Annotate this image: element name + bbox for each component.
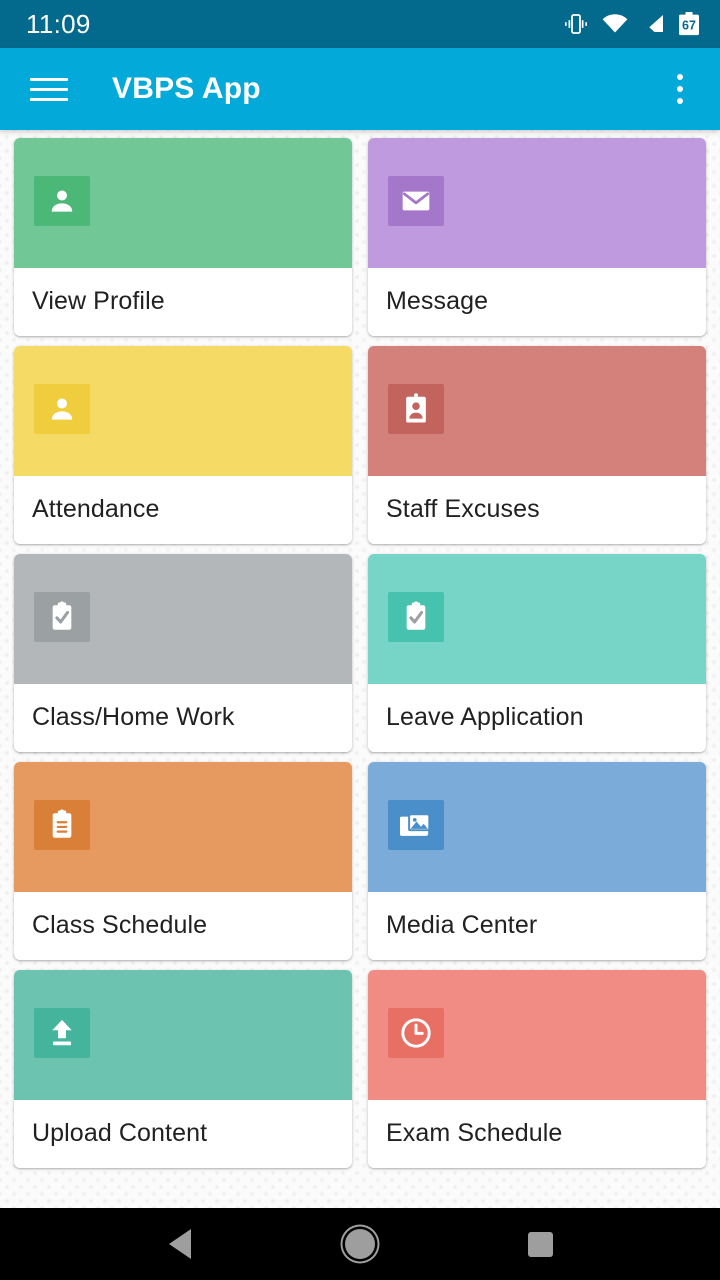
dashboard-card[interactable]: Class/Home Work	[14, 554, 352, 752]
person-icon	[34, 176, 90, 226]
overflow-menu-icon[interactable]	[660, 65, 700, 113]
nav-home-button[interactable]	[328, 1212, 392, 1276]
card-banner	[368, 138, 706, 268]
card-banner	[14, 762, 352, 892]
hamburger-line	[30, 87, 68, 91]
person-icon	[34, 384, 90, 434]
dashboard-card[interactable]: Exam Schedule	[368, 970, 706, 1168]
clipboard-check-icon	[388, 592, 444, 642]
envelope-icon	[388, 176, 444, 226]
card-banner	[14, 970, 352, 1100]
dashboard-card[interactable]: View Profile	[14, 138, 352, 336]
dashboard-card[interactable]: Leave Application	[368, 554, 706, 752]
dashboard-card[interactable]: Attendance	[14, 346, 352, 544]
nav-back-button[interactable]	[148, 1212, 212, 1276]
dashboard-grid: View Profile Message Attendance Staff Excus…	[6, 138, 714, 1168]
dashboard-card[interactable]: Staff Excuses	[368, 346, 706, 544]
app-title: VBPS App	[112, 72, 261, 105]
overflow-dot	[677, 86, 683, 92]
upload-arrow-icon	[34, 1008, 90, 1058]
overflow-dot	[677, 74, 683, 80]
card-banner	[368, 762, 706, 892]
card-label: Attendance	[32, 494, 160, 523]
card-banner	[368, 346, 706, 476]
clipboard-lines-icon	[34, 800, 90, 850]
card-label: Upload Content	[32, 1118, 208, 1147]
clipboard-check-icon	[34, 592, 90, 642]
card-label: Exam Schedule	[386, 1118, 563, 1147]
card-banner	[14, 138, 352, 268]
card-banner	[14, 554, 352, 684]
dashboard-card[interactable]: Class Schedule	[14, 762, 352, 960]
card-label: Message	[386, 286, 489, 315]
android-navigation-bar	[0, 1208, 720, 1280]
dashboard-card[interactable]: Message	[368, 138, 706, 336]
hamburger-menu-icon[interactable]	[30, 67, 74, 111]
recents-square-icon	[527, 1231, 553, 1257]
card-label: Staff Excuses	[386, 494, 540, 523]
photo-library-icon	[388, 800, 444, 850]
battery-level-text: 67	[682, 19, 696, 33]
card-label: Class/Home Work	[32, 702, 235, 731]
dashboard-card[interactable]: Upload Content	[14, 970, 352, 1168]
home-circle-icon	[345, 1229, 375, 1259]
vibrate-icon	[563, 13, 589, 35]
card-banner	[368, 970, 706, 1100]
card-label: Media Center	[386, 910, 538, 939]
app-bar: VBPS App	[0, 48, 720, 130]
status-clock: 11:09	[26, 9, 91, 39]
app-screen: 11:09 67 VBPS App View Profile Message A…	[0, 0, 720, 1280]
clock-icon	[388, 1008, 444, 1058]
battery-icon: 67	[678, 12, 700, 36]
card-label: View Profile	[32, 286, 165, 315]
card-banner	[14, 346, 352, 476]
nav-recents-button[interactable]	[508, 1212, 572, 1276]
id-badge-icon	[388, 384, 444, 434]
card-label: Class Schedule	[32, 910, 208, 939]
dashboard-content: View Profile Message Attendance Staff Excus…	[0, 130, 720, 1208]
card-banner	[368, 554, 706, 684]
back-triangle-icon	[169, 1229, 191, 1259]
dashboard-card[interactable]: Media Center	[368, 762, 706, 960]
status-icon-tray: 67	[563, 12, 700, 36]
hamburger-line	[30, 97, 68, 101]
overflow-dot	[677, 98, 683, 104]
cellular-signal-icon	[641, 14, 665, 34]
card-label: Leave Application	[386, 702, 584, 731]
hamburger-line	[30, 77, 68, 81]
status-bar: 11:09 67	[0, 0, 720, 48]
wifi-icon	[602, 14, 628, 34]
